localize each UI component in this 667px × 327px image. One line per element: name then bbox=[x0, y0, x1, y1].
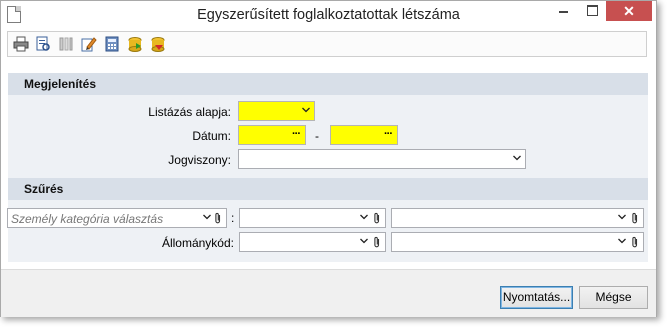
date-picker-button[interactable]: ··· bbox=[292, 128, 301, 140]
title-bar: Egyszerűsített foglalkoztatottak létszám… bbox=[1, 1, 656, 29]
staff-code-select-2[interactable] bbox=[391, 232, 644, 252]
print-icon[interactable] bbox=[13, 36, 29, 52]
paperclip-icon[interactable] bbox=[214, 212, 222, 224]
chevron-down-icon bbox=[618, 237, 626, 244]
person-category-select[interactable]: Személy kategória választás bbox=[7, 208, 227, 228]
chevron-down-icon bbox=[513, 154, 521, 161]
chevron-down-icon bbox=[618, 213, 626, 220]
print-button[interactable]: Nyomtatás... bbox=[500, 286, 573, 309]
report-dialog: Egyszerűsített foglalkoztatottak létszám… bbox=[0, 0, 657, 317]
close-button[interactable]: ✕ bbox=[606, 1, 652, 21]
toolbar bbox=[7, 31, 647, 57]
import-icon[interactable] bbox=[150, 36, 166, 52]
employment-select[interactable] bbox=[238, 149, 526, 169]
date-label: Dátum: bbox=[192, 129, 231, 143]
date-picker-button[interactable]: ··· bbox=[384, 128, 393, 140]
category-filter-select-2[interactable] bbox=[391, 208, 644, 228]
maximize-button[interactable] bbox=[578, 1, 605, 21]
category-separator: : bbox=[231, 211, 235, 225]
chevron-down-icon bbox=[360, 213, 368, 220]
export-icon[interactable] bbox=[127, 36, 143, 52]
filter-section-title: Szűrés bbox=[24, 182, 64, 196]
chevron-down-icon bbox=[302, 106, 310, 113]
person-category-placeholder: Személy kategória választás bbox=[11, 212, 164, 226]
filter-section-header: Szűrés bbox=[8, 178, 648, 200]
paperclip-icon[interactable] bbox=[631, 236, 639, 248]
paperclip-icon[interactable] bbox=[631, 212, 639, 224]
display-section-title: Megjelenítés bbox=[24, 77, 97, 91]
chevron-down-icon bbox=[203, 213, 211, 220]
edit-icon[interactable] bbox=[81, 36, 97, 52]
date-to-field[interactable]: ··· bbox=[330, 125, 398, 145]
print-preview-icon[interactable] bbox=[35, 36, 51, 52]
display-section-header: Megjelenítés bbox=[8, 73, 648, 95]
listing-basis-label: Listázás alapja: bbox=[148, 105, 231, 119]
employment-label: Jogviszony: bbox=[168, 153, 231, 167]
chevron-down-icon bbox=[360, 237, 368, 244]
date-separator: - bbox=[315, 129, 319, 143]
paperclip-icon[interactable] bbox=[373, 236, 381, 248]
calculator-icon[interactable] bbox=[104, 36, 120, 52]
minimize-button[interactable] bbox=[550, 1, 577, 21]
cancel-button[interactable]: Mégse bbox=[579, 286, 648, 309]
category-filter-select-1[interactable] bbox=[239, 208, 386, 228]
staff-code-label: Állománykód: bbox=[161, 236, 234, 250]
paperclip-icon[interactable] bbox=[373, 212, 381, 224]
close-icon: ✕ bbox=[623, 3, 635, 19]
date-from-field[interactable]: ··· bbox=[238, 125, 306, 145]
staff-code-select-1[interactable] bbox=[239, 232, 386, 252]
listing-basis-select[interactable] bbox=[238, 101, 315, 121]
columns-icon[interactable] bbox=[58, 36, 74, 52]
dialog-footer: Nyomtatás... Mégse bbox=[1, 269, 656, 317]
